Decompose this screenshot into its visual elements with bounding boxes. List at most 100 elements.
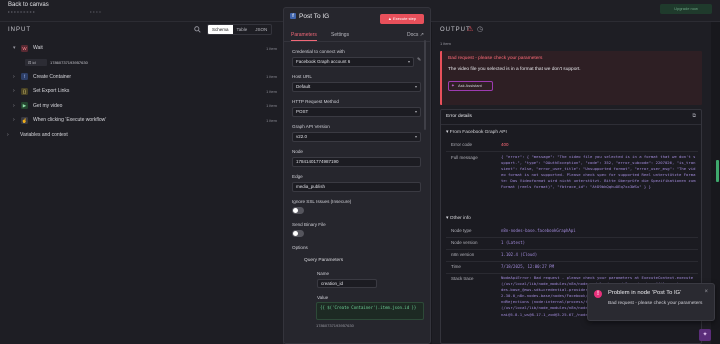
full-message-value: { "error": { "message": "The video file … [501, 154, 696, 190]
error-details-title: Error details [446, 114, 472, 119]
chevron-right-icon[interactable]: › [13, 88, 15, 94]
chevron-down-icon[interactable]: ▾ [13, 45, 16, 51]
input-schema-tree: ▾ W Wait 1 item ⊡ id 17860737193957630 ›… [0, 41, 284, 142]
n8n-version-value: 1.102.4 (Cloud) [501, 252, 538, 257]
resize-handle[interactable] [716, 160, 719, 182]
error-code-key: Error code [451, 142, 473, 147]
node-id-label: Node [292, 149, 303, 154]
faded-breadcrumb-2: ▸ ▸ ▸ ▸ [90, 9, 102, 14]
stack-trace-key: Stack trace [451, 276, 474, 281]
host-url-select[interactable]: Default ▾ [292, 82, 421, 92]
chevron-right-icon[interactable]: › [13, 103, 15, 109]
item-count: 1 item [266, 45, 277, 51]
http-method-select[interactable]: POST ▾ [292, 107, 421, 117]
item-count: 1 item [266, 88, 277, 94]
chevron-down-icon: ▾ [414, 134, 417, 139]
section-from-graph[interactable]: ▾ From Facebook Graph API [446, 130, 507, 135]
section-other-info[interactable]: ▾ Other info [446, 216, 471, 221]
panel-scrollbar[interactable] [424, 40, 426, 130]
ignore-ssl-toggle[interactable] [292, 207, 304, 214]
node-label: Variables and context [20, 131, 68, 138]
clock-icon: ◷ [477, 26, 484, 33]
param-value-result: 17860737193957630 [316, 323, 354, 328]
full-message-key: Full message [451, 155, 478, 160]
tab-parameters[interactable]: Parameters [291, 32, 317, 41]
node-label: Set Export Links [33, 88, 70, 95]
param-value-label: Value [317, 295, 329, 300]
execute-step-button[interactable]: ▲ Execute step [380, 14, 424, 24]
api-version-select[interactable]: v22.0 ▾ [292, 132, 421, 142]
send-binary-toggle[interactable] [292, 230, 304, 237]
node-parameters-panel: f Post To IG ▲ Execute step Parameters S… [283, 7, 431, 344]
input-node-wait[interactable]: ▾ W Wait 1 item [0, 41, 284, 56]
node-title[interactable]: Post To IG [299, 13, 329, 20]
items-count: 1 item [440, 41, 451, 46]
time-value: 7/18/2025, 12:00:27 PM [501, 264, 554, 269]
ask-assistant-button[interactable]: Ask Assistant [448, 81, 493, 91]
back-to-canvas-link[interactable]: Back to canvas [8, 2, 49, 8]
node-header: f Post To IG ▲ Execute step [284, 8, 430, 24]
facebook-node-icon: f [21, 73, 28, 81]
pointer-node-icon: ☝ [21, 116, 28, 124]
api-version-label: Graph API Version [292, 124, 330, 129]
view-mode-toggle: Schema Table JSON [207, 24, 273, 35]
node-label: Create Container [33, 73, 72, 80]
copy-icon[interactable]: ⧉ [692, 113, 696, 119]
node-version-key: Node version [451, 240, 478, 245]
node-label: Get my video [33, 102, 63, 109]
error-toast: ! Problem in node ‘Post To IG‘ Bad reque… [587, 283, 715, 321]
query-parameters-title: Query Parameters [304, 258, 344, 263]
credential-select[interactable]: Facebook Graph account 6 ▾ [292, 57, 414, 67]
chevron-right-icon[interactable]: › [13, 74, 15, 80]
send-binary-label: Send Binary File [292, 222, 326, 227]
view-tab-json[interactable]: JSON [251, 25, 271, 34]
view-tab-schema[interactable]: Schema [208, 25, 233, 34]
chevron-down-icon: ▾ [414, 109, 417, 114]
warning-icon: ⚠ [467, 26, 474, 33]
chevron-right-icon[interactable]: › [7, 132, 9, 138]
credential-label: Credential to connect with [292, 49, 345, 54]
node-type-value: n8n-nodes-base.facebookGraphApi [501, 228, 576, 233]
node-label: When clicking ‘Execute workflow’ [33, 117, 107, 124]
ignore-ssl-label: Ignore SSL Issues (Insecure) [292, 199, 352, 204]
divider [446, 237, 698, 238]
chevron-down-icon: ▾ [407, 59, 410, 64]
item-count: 1 item [266, 74, 277, 80]
docs-link[interactable]: Docs ↗ [407, 32, 424, 38]
options-label: Options [292, 245, 308, 250]
node-tabs: Parameters Settings Docs ↗ [284, 30, 430, 42]
toast-title: Problem in node ‘Post To IG‘ [608, 290, 682, 296]
input-node-get-my-video[interactable]: › ▶ Get my video 1 item [0, 99, 284, 114]
input-node-manual-trigger[interactable]: › ☝ When clicking ‘Execute workflow’ 1 i… [0, 113, 284, 128]
tab-settings[interactable]: Settings [331, 32, 349, 38]
input-node-set-export-links[interactable]: › {} Set Export Links 1 item [0, 84, 284, 99]
node-version-value: 1 (Latest) [501, 240, 526, 245]
edge-label: Edge [292, 174, 303, 179]
input-panel: INPUT Schema Table JSON ▾ W Wait 1 item … [0, 22, 284, 344]
edit-pencil-icon[interactable]: ✎ [417, 57, 421, 63]
upgrade-button[interactable]: Upgrade now [660, 4, 712, 14]
divider [446, 273, 698, 274]
time-key: Time [451, 264, 461, 269]
ai-assistant-icon[interactable]: ✦ [699, 329, 711, 341]
schema-field-id[interactable]: ⊡ id 17860737193957630 [0, 56, 284, 70]
chevron-right-icon[interactable]: › [13, 117, 15, 123]
facebook-icon: f [290, 13, 296, 19]
divider [446, 261, 698, 262]
error-description: The video file you selected is in a form… [448, 67, 581, 72]
view-tab-table[interactable]: Table [233, 25, 252, 34]
input-node-create-container[interactable]: › f Create Container 1 item [0, 70, 284, 85]
param-name-input[interactable]: creation_id [317, 279, 377, 288]
node-id-input[interactable]: 17841401774987190 [292, 157, 421, 167]
param-value-expression[interactable]: {{ $('Create Container').item.json.id }} [316, 302, 424, 320]
drive-node-icon: ▶ [21, 102, 28, 110]
field-key-badge: ⊡ id [25, 58, 47, 66]
input-variables-context[interactable]: › Variables and context [0, 128, 284, 143]
divider [446, 249, 698, 250]
error-icon: ! [594, 290, 602, 298]
close-icon[interactable]: × [704, 289, 708, 295]
edge-input[interactable]: media_publish [292, 182, 421, 192]
error-title: Bad request - please check your paramete… [448, 56, 543, 61]
n8n-version-key: n8n version [451, 252, 475, 257]
search-icon[interactable] [194, 26, 202, 34]
